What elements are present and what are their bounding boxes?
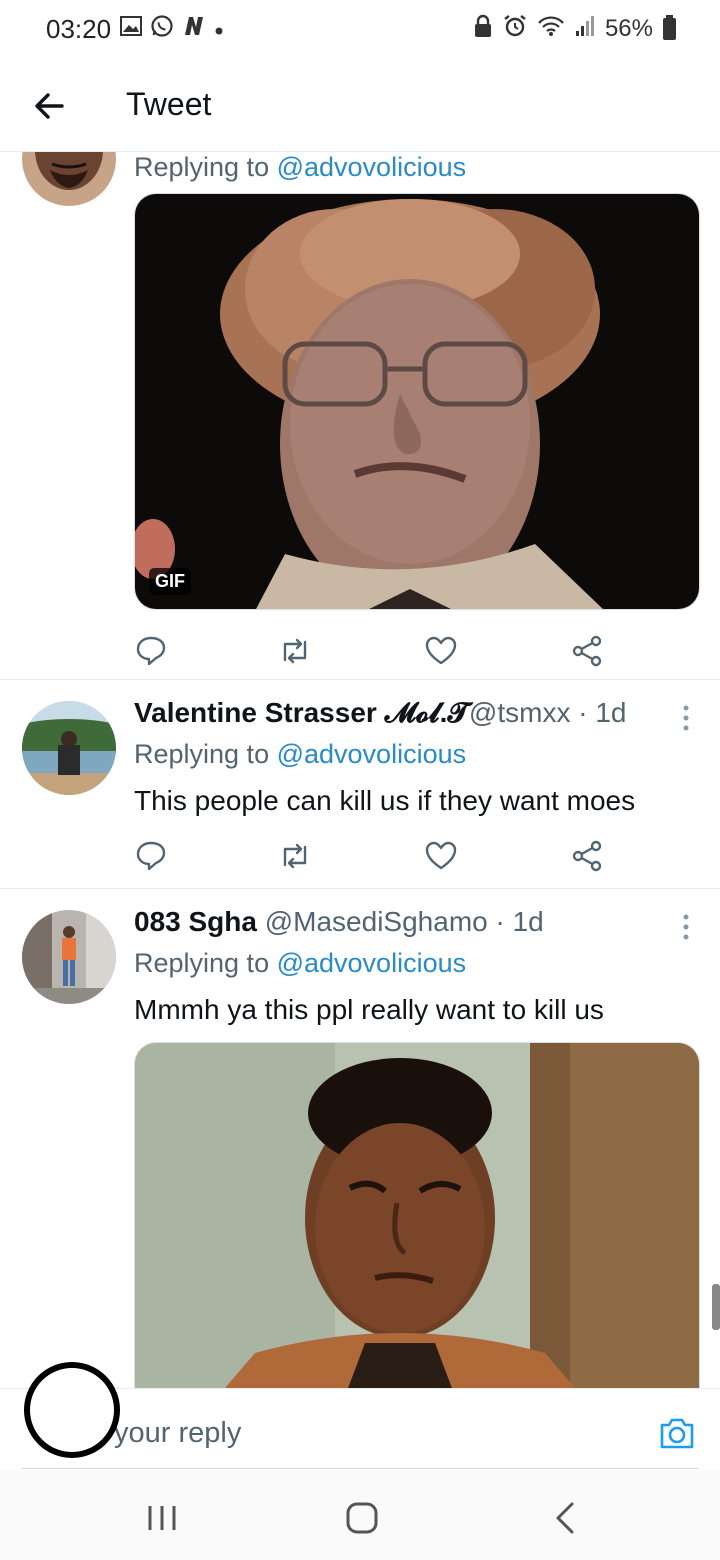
tweet-header: 083 Sgha @MasediSghamo · 1d [134,906,544,938]
gallery-icon [120,16,142,42]
status-left-icons [120,14,224,44]
like-icon[interactable] [424,634,460,670]
back-nav-icon[interactable] [546,1500,586,1536]
replying-handle-link[interactable]: @advovolicious [277,739,467,769]
tweet-text: Mmmh ya this ppl really want to kill us [134,994,604,1025]
reply-placeholder: your reply [114,1417,242,1449]
tweet-header: Valentine Strasser 𝓜𝓸𝓵.𝓣@tsmxx · 1d [134,697,626,730]
avatar[interactable] [22,152,116,206]
status-time: 03:20 [46,14,112,44]
battery-icon [663,15,676,40]
wifi-icon [537,15,565,43]
recent-apps-icon[interactable] [142,1500,182,1536]
replying-to-line: Replying to @advovolicious [134,152,466,183]
like-icon[interactable] [424,839,460,875]
gif-image [135,194,699,609]
replying-handle-link[interactable]: @advovolicious [277,152,467,182]
back-arrow-icon[interactable] [30,86,70,126]
tweet-time: · 1d [578,697,627,728]
display-name[interactable]: Valentine Strasser 𝓜𝓸𝓵.𝓣 [134,697,469,728]
gif-badge: GIF [149,568,191,595]
tweet-item[interactable]: Valentine Strasser 𝓜𝓸𝓵.𝓣@tsmxx · 1d Repl… [0,681,720,889]
tweet-item[interactable]: Replying to @advovolicious GIF [0,152,720,680]
tweet-image [135,1043,699,1388]
scrollbar-thumb[interactable] [712,1284,720,1330]
reply-icon[interactable] [134,634,170,670]
replying-label: Replying to [134,948,277,978]
dot-icon [214,16,224,42]
share-icon[interactable] [570,634,606,670]
home-icon[interactable] [342,1500,382,1536]
replying-label: Replying to [134,739,277,769]
tweet-text: This people can kill us if they want moe… [134,785,636,816]
tweet-actions [134,634,614,674]
touch-indicator-circle [24,1362,120,1458]
more-options-icon[interactable] [682,703,690,733]
replying-to-line: Replying to @advovolicious [134,948,466,979]
retweet-icon[interactable] [278,839,314,875]
avatar[interactable] [22,701,116,795]
gif-media[interactable]: GIF [134,193,700,610]
n-app-icon [182,15,206,43]
page-title: Tweet [126,86,212,122]
retweet-icon[interactable] [278,634,314,670]
reply-icon[interactable] [134,839,170,875]
tweet-item[interactable]: 083 Sgha @MasediSghamo · 1d Replying to … [0,890,720,1388]
alarm-icon [503,14,527,44]
tweet-time: · 1d [495,906,544,937]
avatar[interactable] [22,910,116,1004]
replying-handle-link[interactable]: @advovolicious [277,948,467,978]
lock-icon [473,14,493,44]
tweet-actions [134,839,614,879]
more-options-icon[interactable] [682,912,690,942]
status-right-icons: 56% [473,14,676,44]
system-nav-bar [0,1470,720,1560]
user-handle[interactable]: @tsmxx [469,697,571,728]
user-handle[interactable]: @MasediSghamo [265,906,488,937]
app-bar: Tweet [0,60,720,152]
camera-icon[interactable] [658,1415,696,1451]
tweet-feed[interactable]: Replying to @advovolicious GIF Valentine… [0,152,720,1388]
whatsapp-icon [150,14,174,44]
battery-percent: 56% [604,15,653,42]
status-bar: 03:20 56% [0,0,720,60]
display-name[interactable]: 083 Sgha [134,906,257,937]
image-media[interactable] [134,1042,700,1388]
signal-icon [575,15,595,43]
share-icon[interactable] [570,839,606,875]
replying-label: Replying to [134,152,277,182]
reply-input[interactable]: your reply [22,1389,698,1469]
replying-to-line: Replying to @advovolicious [134,739,466,770]
